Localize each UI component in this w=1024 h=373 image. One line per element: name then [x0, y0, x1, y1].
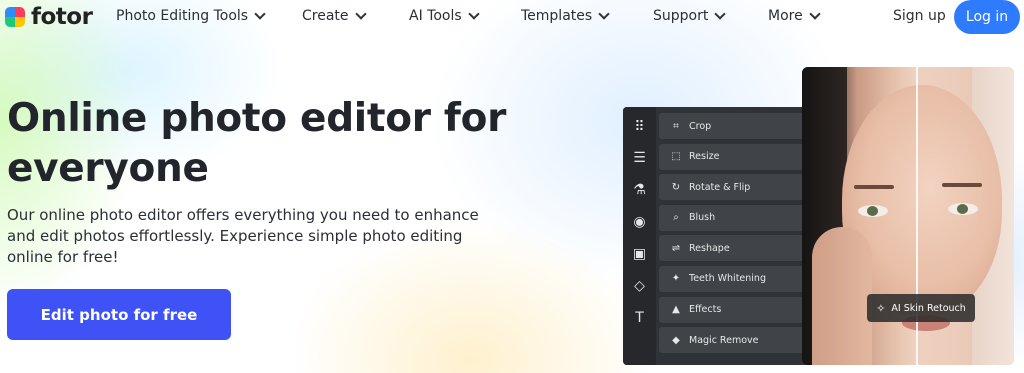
crop-icon: ⌗	[673, 120, 679, 132]
reshape-icon: ⇌	[671, 242, 681, 254]
tool-label: Effects	[689, 304, 722, 316]
nav-label: Create	[302, 8, 349, 24]
chevron-down-icon	[598, 8, 610, 20]
nav-label: Support	[653, 8, 709, 24]
tool-crop[interactable]: ⌗ Crop	[659, 113, 809, 139]
nav-label: AI Tools	[409, 8, 462, 24]
tool-label: Magic Remove	[689, 334, 759, 346]
tool-label: Rotate & Flip	[689, 181, 751, 193]
chevron-down-icon	[254, 8, 266, 20]
tool-label: Reshape	[689, 242, 730, 254]
tool-resize[interactable]: ⬚ Resize	[659, 143, 809, 170]
nav-ai-tools[interactable]: AI Tools	[409, 8, 480, 24]
nav-label: Photo Editing Tools	[116, 8, 249, 24]
badge-label: AI Skin Retouch	[891, 302, 966, 314]
hero-title: Online photo editor for everyone	[7, 96, 507, 191]
hand-shape	[812, 227, 872, 365]
tool-effects[interactable]: ▲ Effects	[659, 296, 809, 323]
left-eyebrow	[854, 185, 894, 189]
left-eye	[858, 205, 888, 217]
ai-skin-retouch-badge[interactable]: ✧ AI Skin Retouch	[867, 294, 975, 322]
fotor-logo[interactable]: fotor	[5, 4, 93, 30]
tool-teeth-whitening[interactable]: ✦ Teeth Whitening	[659, 265, 809, 292]
tool-label: Teeth Whitening	[689, 273, 766, 285]
resize-icon: ⬚	[671, 151, 681, 163]
top-navigation: fotor Photo Editing Tools Create AI Tool…	[0, 0, 1024, 34]
nav-photo-editing-tools[interactable]: Photo Editing Tools	[116, 8, 266, 24]
tool-blush[interactable]: ⌕ Blush	[659, 204, 809, 231]
sliders-icon[interactable]: ☰	[631, 150, 648, 167]
nav-more[interactable]: More	[768, 8, 821, 24]
tool-rail: ⠿ ☰ ⚗ ◉ ▣ ◇ T	[623, 107, 656, 365]
right-eye	[948, 203, 978, 215]
nav-label: More	[768, 8, 803, 24]
eye-icon[interactable]: ◉	[631, 214, 648, 231]
logo-text: fotor	[31, 4, 93, 30]
chevron-down-icon	[714, 8, 727, 20]
tool-magic-remove[interactable]: ◆ Magic Remove	[659, 327, 809, 354]
teeth-icon: ✦	[671, 273, 681, 285]
edit-photo-button[interactable]: Edit photo for free	[7, 289, 231, 340]
effects-icon: ▲	[672, 304, 680, 316]
hero-description: Our online photo editor offers everythin…	[7, 206, 479, 266]
chevron-down-icon	[809, 8, 821, 20]
frame-icon[interactable]: ▣	[631, 246, 648, 263]
editor-panel: ⠿ ☰ ⚗ ◉ ▣ ◇ T ⌗ Crop ⬚ Resize ↻ Rotate & Fl…	[623, 107, 813, 365]
grid-icon[interactable]: ⠿	[631, 119, 648, 136]
tool-label: Blush	[689, 212, 716, 224]
portrait-photo: ✧ AI Skin Retouch	[802, 67, 1014, 365]
nav-support[interactable]: Support	[653, 8, 727, 24]
chevron-down-icon	[467, 8, 480, 20]
sparkle-icon: ✧	[876, 301, 886, 315]
tool-label: Resize	[689, 151, 720, 163]
chevron-down-icon	[354, 8, 367, 20]
blush-icon: ⌕	[673, 212, 679, 224]
flask-icon[interactable]: ⚗	[631, 182, 648, 199]
nav-create[interactable]: Create	[302, 8, 367, 24]
eraser-icon: ◆	[672, 334, 680, 346]
text-icon[interactable]: T	[631, 310, 648, 327]
right-eyebrow	[942, 183, 982, 187]
signup-link[interactable]: Sign up	[893, 8, 946, 24]
login-button[interactable]: Log in	[954, 0, 1020, 34]
nav-templates[interactable]: Templates	[521, 8, 610, 24]
tool-label: Crop	[689, 120, 712, 132]
rotate-icon: ↻	[671, 181, 681, 193]
tool-rotate-flip[interactable]: ↻ Rotate & Flip	[659, 174, 809, 201]
logo-icon	[5, 7, 25, 27]
tool-reshape[interactable]: ⇌ Reshape	[659, 235, 809, 262]
nav-label: Templates	[521, 8, 593, 24]
tool-list: ⌗ Crop ⬚ Resize ↻ Rotate & Flip ⌕ Blush ⇌ Res…	[659, 113, 809, 358]
shapes-icon[interactable]: ◇	[631, 278, 648, 295]
